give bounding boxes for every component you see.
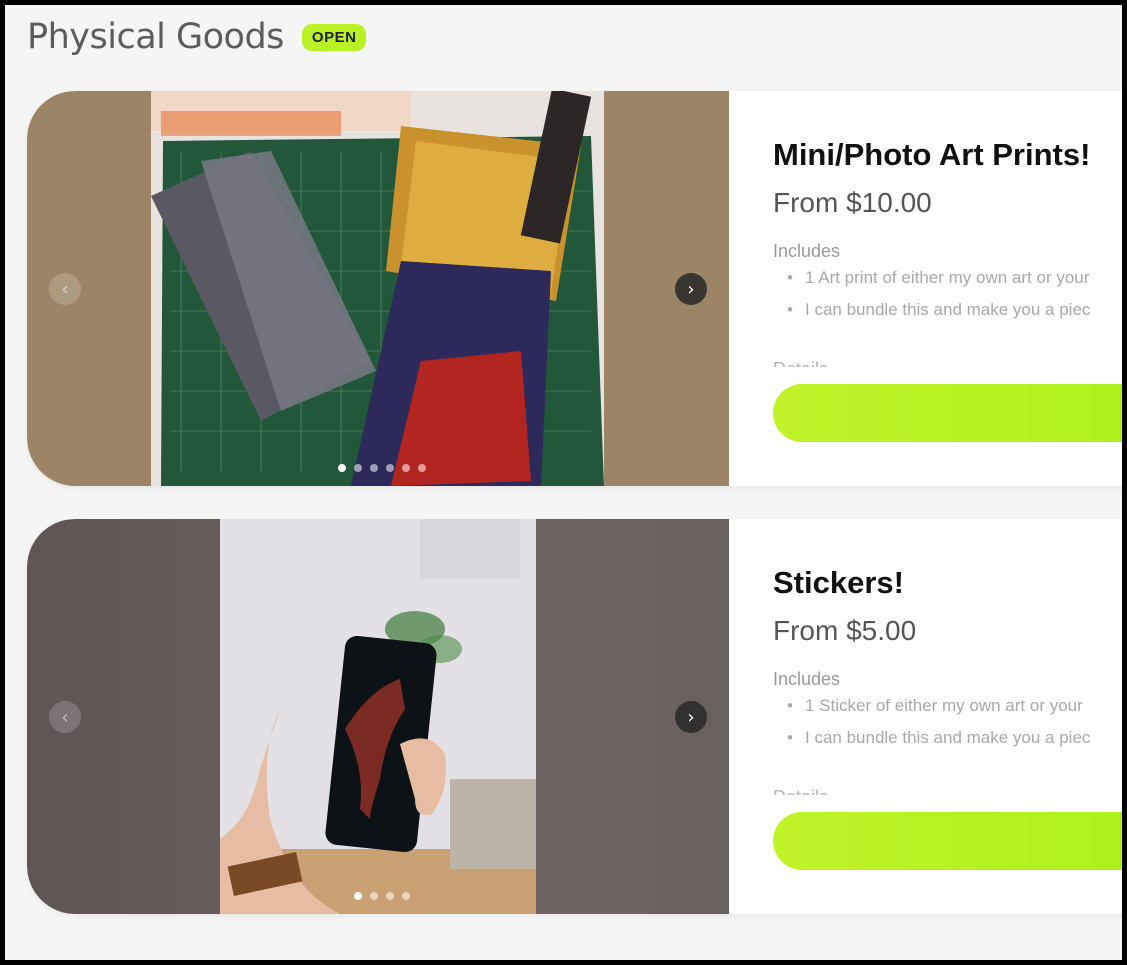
carousel-dot[interactable] <box>338 464 346 472</box>
product-price: From $5.00 <box>773 615 917 646</box>
carousel-dot[interactable] <box>402 892 410 900</box>
section-header: Physical Goods OPEN <box>27 17 367 57</box>
carousel-dot[interactable] <box>354 464 362 472</box>
product-carousel[interactable]: ‹ › <box>27 91 729 486</box>
physical-goods-section: Physical Goods OPEN ‹ › Mini/Photo Art P… <box>5 5 1122 960</box>
carousel-dots <box>338 464 426 472</box>
sticker-phone-photo <box>220 519 536 914</box>
list-item: 1 Art print of either my own art or your <box>787 265 1090 297</box>
carousel-dots <box>354 892 410 900</box>
details-label: Details <box>773 359 828 367</box>
includes-label: Includes <box>773 669 841 689</box>
product-photo <box>220 519 536 914</box>
list-item: I can bundle this and make you a piec <box>787 297 1090 329</box>
details-label: Details <box>773 787 828 795</box>
carousel-next-button[interactable]: › <box>675 273 707 305</box>
section-title: Physical Goods <box>27 17 284 57</box>
buy-button[interactable] <box>773 384 1122 442</box>
carousel-dot[interactable] <box>386 464 394 472</box>
status-badge: OPEN <box>301 23 367 51</box>
includes-list: 1 Sticker of either my own art or your I… <box>787 693 1090 757</box>
product-title: Mini/Photo Art Prints! <box>773 137 1091 172</box>
chevron-left-icon: ‹ <box>61 278 69 300</box>
product-info: Mini/Photo Art Prints! From $10.00 Inclu… <box>773 91 1122 486</box>
includes-list: 1 Art print of either my own art or your… <box>787 265 1090 329</box>
carousel-dot[interactable] <box>370 892 378 900</box>
carousel-next-button[interactable]: › <box>675 701 707 733</box>
buy-button[interactable] <box>773 812 1122 870</box>
product-card: ‹ › Mini/Photo Art Prints! From $10.00 I… <box>27 91 1122 486</box>
chevron-right-icon: › <box>687 706 695 728</box>
carousel-dot[interactable] <box>354 892 362 900</box>
list-item: I can bundle this and make you a piec <box>787 725 1090 757</box>
carousel-dot[interactable] <box>370 464 378 472</box>
product-price: From $10.00 <box>773 187 932 218</box>
list-item: 1 Sticker of either my own art or your <box>787 693 1090 725</box>
product-carousel[interactable]: ‹ › <box>27 519 729 914</box>
carousel-dot[interactable] <box>402 464 410 472</box>
chevron-right-icon: › <box>687 278 695 300</box>
carousel-dot[interactable] <box>386 892 394 900</box>
carousel-prev-button[interactable]: ‹ <box>49 273 81 305</box>
product-info: Stickers! From $5.00 Includes 1 Sticker … <box>773 519 1122 914</box>
carousel-prev-button[interactable]: ‹ <box>49 701 81 733</box>
product-photo <box>151 91 604 486</box>
product-card: ‹ › Stickers! From $5.00 Includes 1 Stic… <box>27 519 1122 914</box>
includes-label: Includes <box>773 241 841 261</box>
carousel-dot[interactable] <box>418 464 426 472</box>
product-title: Stickers! <box>773 565 904 600</box>
art-prints-photo <box>151 91 604 486</box>
chevron-left-icon: ‹ <box>61 706 69 728</box>
